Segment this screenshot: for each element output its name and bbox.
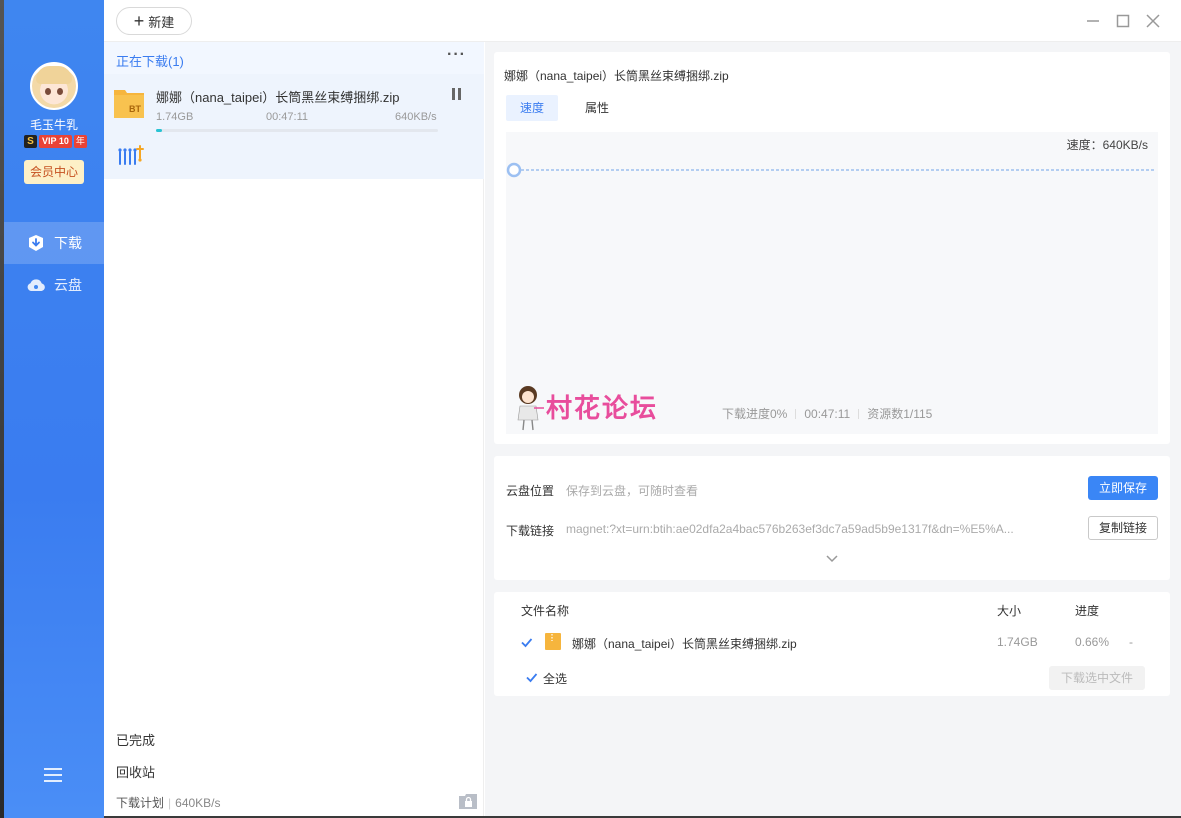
lock-icon[interactable] <box>458 792 478 810</box>
download-link-label: 下载链接 <box>506 524 555 538</box>
vip-center-button[interactable]: 会员中心 <box>24 160 84 184</box>
stat-time: 00:47:11 <box>804 407 851 421</box>
hamburger-menu-icon[interactable] <box>44 768 62 782</box>
vip-badges: S VIP 10 年 <box>24 135 87 148</box>
file-name: 娜娜（nana_taipei）长筒黑丝束缚捆绑.zip <box>572 637 797 651</box>
speed-card: 娜娜（nana_taipei）长筒黑丝束缚捆绑.zip 速度 属性 速度：640… <box>494 52 1170 444</box>
download-plan[interactable]: 下载计划 | 640KB/s <box>116 794 221 811</box>
super-vip-icon: S <box>24 135 37 148</box>
nav-label-cloud: 云盘 <box>54 277 82 293</box>
downloading-header: 正在下载(1) ··· <box>104 42 484 74</box>
nav-item-download[interactable]: 下载 <box>4 222 104 264</box>
more-options-icon[interactable]: ··· <box>447 46 466 64</box>
bt-badge: BT <box>129 104 141 114</box>
download-link-value[interactable]: magnet:?xt=urn:btih:ae02dfa2a4bac576b263… <box>566 522 1014 536</box>
downloading-title[interactable]: 正在下载(1) <box>116 51 184 70</box>
speed-line <box>506 162 1156 178</box>
file-row[interactable]: 娜娜（nana_taipei）长筒黑丝束缚捆绑.zip 1.74GB 0.66%… <box>494 628 1170 656</box>
maximize-icon[interactable] <box>1114 12 1132 30</box>
task-progress-bar <box>156 129 438 132</box>
user-avatar[interactable] <box>30 62 78 110</box>
download-stats: 下载进度0% 00:47:11 资源数1/115 <box>722 405 932 422</box>
close-icon[interactable] <box>1144 12 1162 30</box>
save-info-card: 云盘位置 保存到云盘，可随时查看 立即保存 下载链接 magnet:?xt=ur… <box>494 456 1170 580</box>
file-extra: - <box>1129 635 1133 649</box>
file-list-card: 文件名称 大小 进度 娜娜（nana_taipei）长筒黑丝束缚捆绑.zip 1… <box>494 592 1170 696</box>
task-speed: 640KB/s <box>395 111 437 123</box>
file-name-header: 文件名称 <box>521 604 570 618</box>
tab-speed[interactable]: 速度 <box>506 95 559 121</box>
plus-icon: + <box>133 11 145 31</box>
new-task-button[interactable]: + 新建 <box>116 7 192 35</box>
title-bar: + 新建 <box>104 0 1181 42</box>
copy-link-button[interactable]: 复制链接 <box>1088 516 1158 540</box>
select-all-label[interactable]: 全选 <box>543 670 567 687</box>
task-detail-area: 娜娜（nana_taipei）长筒黑丝束缚捆绑.zip 速度 属性 速度：640… <box>485 42 1181 816</box>
peers-icon <box>118 144 148 168</box>
file-progress-header: 进度 <box>1075 604 1100 618</box>
vip-year-badge: 年 <box>73 135 87 148</box>
sidebar: 毛玉牛乳 S VIP 10 年 会员中心 下载 云盘 <box>4 0 104 818</box>
username: 毛玉牛乳 <box>29 118 78 132</box>
recycle-bin-link[interactable]: 回收站 <box>116 762 155 781</box>
download-list-panel: 正在下载(1) ··· BT 娜娜（nana_taipei）长筒黑丝束缚捆绑.z… <box>104 42 484 816</box>
select-all-checkbox[interactable] <box>525 671 538 684</box>
download-plan-label: 下载计划 <box>116 796 165 810</box>
task-size: 1.74GB <box>156 111 194 123</box>
file-checkbox[interactable] <box>520 636 533 649</box>
new-task-label: 新建 <box>148 14 175 30</box>
minimize-icon[interactable] <box>1084 12 1102 30</box>
zip-file-icon <box>545 633 561 650</box>
cloud-location-label: 云盘位置 <box>506 484 555 498</box>
cloud-location-value: 保存到云盘，可随时查看 <box>566 484 699 498</box>
file-progress: 0.66% <box>1075 635 1110 649</box>
tab-properties[interactable]: 属性 <box>571 95 623 121</box>
detail-task-title: 娜娜（nana_taipei）长筒黑丝束缚捆绑.zip <box>504 69 729 83</box>
save-now-button[interactable]: 立即保存 <box>1088 476 1158 500</box>
download-plan-speed: 640KB/s <box>175 796 221 810</box>
bt-folder-icon: BT <box>114 87 144 119</box>
nav-label-download: 下载 <box>54 235 82 251</box>
forum-watermark: 村花论坛 <box>514 384 674 432</box>
pause-icon[interactable] <box>452 88 464 102</box>
watermark-text: 村花论坛 <box>546 394 659 424</box>
download-selected-button[interactable]: 下载选中文件 <box>1049 666 1145 690</box>
main-window: + 新建 正在下载(1) ··· BT 娜娜（nana_taipei）长筒黑丝束… <box>104 0 1181 816</box>
chevron-down-icon[interactable] <box>826 552 838 563</box>
completed-link[interactable]: 已完成 <box>116 730 155 749</box>
task-remaining-time: 00:47:11 <box>266 111 309 123</box>
file-size-header: 大小 <box>997 604 1022 618</box>
girl-mascot-icon <box>517 386 544 431</box>
cloud-icon <box>26 275 46 295</box>
task-name: 娜娜（nana_taipei）长筒黑丝束缚捆绑.zip <box>156 90 400 105</box>
download-task-item[interactable]: BT 娜娜（nana_taipei）长筒黑丝束缚捆绑.zip 1.74GB 00… <box>104 74 484 179</box>
file-size: 1.74GB <box>997 635 1038 649</box>
speed-chart: 速度：640KB/s 村花论坛 下载进度0% 00:47:11 资源数1/115 <box>506 132 1158 434</box>
download-shield-icon <box>26 233 46 253</box>
vip-level-badge: VIP 10 <box>39 135 72 148</box>
stat-progress: 下载进度0% <box>722 407 788 421</box>
nav-item-cloud[interactable]: 云盘 <box>4 264 104 306</box>
stat-sources: 资源数1/115 <box>867 407 933 421</box>
